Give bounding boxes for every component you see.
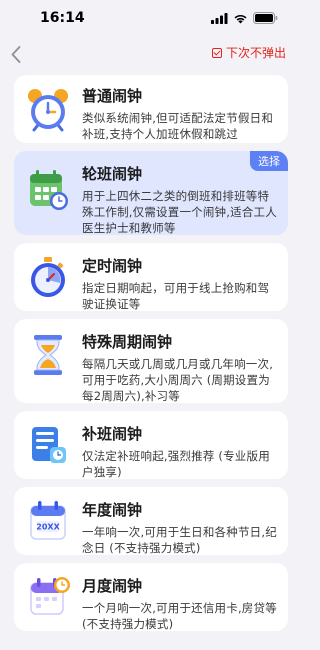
dont-show-again-label: 下次不弹出 bbox=[225, 46, 286, 60]
card-title: 补班闹钟 bbox=[82, 425, 143, 443]
card-description: 每隔几天或几周或几月或几年响一次,可用于吃药,大小周周六 (周期设置为每2周周六… bbox=[82, 357, 274, 403]
alarm-type-card[interactable]: 补班闹钟 仅法定补班响起,强烈推荐 (专业版用户独享) bbox=[14, 411, 288, 479]
calendar-year-text: 20XX bbox=[36, 523, 60, 532]
card-title: 普通闹钟 bbox=[82, 87, 143, 105]
dont-show-again-toggle[interactable]: 下次不弹出 bbox=[211, 44, 286, 61]
card-description: 一年响一次,可用于生日和各种节日,纪念日 (不支持强力模式) bbox=[82, 525, 277, 555]
alarm-type-card[interactable]: 普通闹钟 类似系统闹钟,但可适配法定节假日和补班,支持个人加班休假和跳过 bbox=[14, 75, 288, 143]
status-icons bbox=[211, 12, 278, 24]
alarm-clock-icon bbox=[24, 85, 72, 133]
card-title: 定时闹钟 bbox=[82, 257, 143, 275]
card-title: 月度闹钟 bbox=[82, 577, 143, 595]
makeup-work-icon bbox=[24, 421, 72, 469]
alarm-type-card[interactable]: 定时闹钟 指定日期响起，可用于线上抢购和驾驶证换证等 bbox=[14, 243, 288, 311]
hourglass-icon bbox=[24, 331, 72, 379]
alarm-type-card[interactable]: 特殊周期闹钟 每隔几天或几周或几月或几年响一次,可用于吃药,大小周周六 (周期设… bbox=[14, 319, 288, 403]
card-description: 一个月响一次,可用于还信用卡,房贷等 (不支持强力模式) bbox=[82, 601, 277, 631]
card-description: 指定日期响起，可用于线上抢购和驾驶证换证等 bbox=[82, 281, 270, 311]
monthly-calendar-icon bbox=[24, 573, 72, 621]
alarm-type-list: 普通闹钟 类似系统闹钟,但可适配法定节假日和补班,支持个人加班休假和跳过 选择 bbox=[14, 75, 288, 639]
yearly-calendar-icon: 20XX bbox=[24, 497, 72, 545]
shift-calendar-icon bbox=[24, 165, 72, 213]
card-title: 特殊周期闹钟 bbox=[82, 333, 173, 351]
alarm-type-card-selected[interactable]: 选择 轮班闹钟 用于上四休二之类的倒班和排班等特殊工作制,仅需设置一个闹钟,适合… bbox=[14, 151, 288, 235]
chevron-left-icon bbox=[11, 45, 21, 63]
wifi-icon bbox=[234, 14, 247, 23]
card-description: 用于上四休二之类的倒班和排班等特殊工作制,仅需设置一个闹钟,适合工人医生护士和教… bbox=[82, 189, 277, 235]
signal-icon bbox=[211, 12, 228, 24]
status-bar: 16:14 bbox=[0, 0, 300, 40]
back-button[interactable] bbox=[6, 42, 26, 66]
card-title: 年度闹钟 bbox=[82, 501, 143, 519]
alarm-type-card[interactable]: 月度闹钟 一个月响一次,可用于还信用卡,房贷等 (不支持强力模式) bbox=[14, 563, 288, 631]
select-badge: 选择 bbox=[250, 151, 288, 171]
card-description: 类似系统闹钟,但可适配法定节假日和补班,支持个人加班休假和跳过 bbox=[82, 111, 274, 141]
alarm-type-card[interactable]: 20XX 年度闹钟 一年响一次,可用于生日和各种节日,纪念日 (不支持强力模式) bbox=[14, 487, 288, 555]
battery-icon bbox=[253, 12, 278, 24]
card-description: 仅法定补班响起,强烈推荐 (专业版用户独享) bbox=[82, 449, 270, 479]
nav-bar: 下次不弹出 bbox=[0, 40, 300, 70]
stopwatch-icon bbox=[24, 253, 72, 301]
status-time: 16:14 bbox=[40, 10, 85, 26]
checkbox-icon bbox=[211, 47, 222, 58]
